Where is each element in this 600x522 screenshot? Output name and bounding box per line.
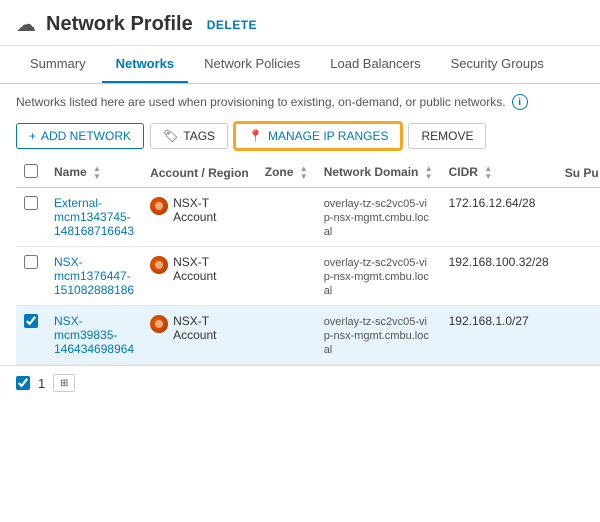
tags-button[interactable]: 🏷 TAGS bbox=[150, 123, 228, 149]
tab-load-balancers[interactable]: Load Balancers bbox=[316, 46, 434, 83]
account-name: NSX-T Account bbox=[173, 314, 249, 342]
table-footer: 1 ⊞ bbox=[0, 365, 600, 400]
table-row: NSX-mcm39835-146434698964 NSX-T Account … bbox=[16, 306, 600, 365]
row-su-pu bbox=[557, 247, 600, 306]
delete-button[interactable]: DELETE bbox=[207, 18, 257, 32]
manage-ip-ranges-button[interactable]: 📍 MANAGE IP RANGES bbox=[234, 122, 402, 150]
tab-networks[interactable]: Networks bbox=[102, 46, 189, 83]
selected-count: 1 bbox=[38, 376, 45, 391]
cidr-sort-icon[interactable]: ▲▼ bbox=[484, 165, 492, 181]
info-bar: Networks listed here are used when provi… bbox=[0, 84, 600, 116]
add-network-button[interactable]: + ADD NETWORK bbox=[16, 123, 144, 149]
row-account: NSX-T Account bbox=[142, 188, 257, 247]
table-row: External-mcm1343745-148168716643 NSX-T A… bbox=[16, 188, 600, 247]
row-account: NSX-T Account bbox=[142, 306, 257, 365]
add-icon: + bbox=[29, 129, 36, 143]
row-cidr: 192.168.1.0/27 bbox=[441, 306, 557, 365]
row-su-pu bbox=[557, 188, 600, 247]
add-network-label: ADD NETWORK bbox=[41, 129, 131, 143]
page-title: Network Profile bbox=[46, 13, 193, 36]
select-all-checkbox[interactable] bbox=[24, 164, 38, 178]
account-name: NSX-T Account bbox=[173, 255, 249, 283]
network-name-link[interactable]: External-mcm1343745-148168716643 bbox=[54, 196, 134, 238]
tab-summary[interactable]: Summary bbox=[16, 46, 100, 83]
row-cidr: 192.168.100.32/28 bbox=[441, 247, 557, 306]
footer-column-settings-button[interactable]: ⊞ bbox=[53, 374, 75, 392]
zone-sort-icon[interactable]: ▲▼ bbox=[300, 165, 308, 181]
col-cidr: CIDR ▲▼ bbox=[441, 158, 557, 188]
tab-security-groups[interactable]: Security Groups bbox=[437, 46, 558, 83]
nsx-t-icon bbox=[150, 197, 168, 215]
page-header: ☁ Network Profile DELETE bbox=[0, 0, 600, 46]
info-text: Networks listed here are used when provi… bbox=[16, 95, 506, 109]
select-all-header[interactable] bbox=[16, 158, 46, 188]
name-sort-icon[interactable]: ▲▼ bbox=[93, 165, 101, 181]
row-checkbox[interactable] bbox=[24, 255, 38, 269]
column-settings-icon: ⊞ bbox=[60, 378, 68, 389]
row-checkbox[interactable] bbox=[24, 314, 38, 328]
row-su-pu bbox=[557, 306, 600, 365]
col-name: Name ▲▼ bbox=[46, 158, 142, 188]
network-name-link[interactable]: NSX-mcm1376447-151082888186 bbox=[54, 255, 134, 297]
row-cidr: 172.16.12.64/28 bbox=[441, 188, 557, 247]
row-checkbox-cell[interactable] bbox=[16, 188, 46, 247]
remove-button[interactable]: REMOVE bbox=[408, 123, 486, 149]
network-domain-value: overlay-tz-sc2vc05-vip-nsx-mgmt.cmbu.loc… bbox=[324, 198, 429, 238]
row-name: NSX-mcm1376447-151082888186 bbox=[46, 247, 142, 306]
footer-checkbox[interactable] bbox=[16, 376, 30, 390]
row-name: External-mcm1343745-148168716643 bbox=[46, 188, 142, 247]
location-icon: 📍 bbox=[248, 129, 263, 143]
table-header-row: Name ▲▼ Account / Region Zone ▲▼ Network… bbox=[16, 158, 600, 188]
cidr-value: 192.168.100.32/28 bbox=[449, 255, 549, 269]
nsx-t-icon bbox=[150, 256, 168, 274]
nsx-t-icon bbox=[150, 315, 168, 333]
network-domain-sort-icon[interactable]: ▲▼ bbox=[425, 165, 433, 181]
row-zone bbox=[257, 188, 316, 247]
table-row: NSX-mcm1376447-151082888186 NSX-T Accoun… bbox=[16, 247, 600, 306]
account-name: NSX-T Account bbox=[173, 196, 249, 224]
row-network-domain: overlay-tz-sc2vc05-vip-nsx-mgmt.cmbu.loc… bbox=[316, 188, 441, 247]
col-network-domain: Network Domain ▲▼ bbox=[316, 158, 441, 188]
row-checkbox-cell[interactable] bbox=[16, 306, 46, 365]
info-icon[interactable]: i bbox=[512, 94, 528, 110]
row-checkbox[interactable] bbox=[24, 196, 38, 210]
network-domain-value: overlay-tz-sc2vc05-vip-nsx-mgmt.cmbu.loc… bbox=[324, 316, 429, 356]
col-su-pu: Su Pu bbox=[557, 158, 600, 188]
row-network-domain: overlay-tz-sc2vc05-vip-nsx-mgmt.cmbu.loc… bbox=[316, 247, 441, 306]
cidr-value: 172.16.12.64/28 bbox=[449, 196, 536, 210]
cidr-value: 192.168.1.0/27 bbox=[449, 314, 529, 328]
tabs-bar: Summary Networks Network Policies Load B… bbox=[0, 46, 600, 84]
row-zone bbox=[257, 247, 316, 306]
col-zone: Zone ▲▼ bbox=[257, 158, 316, 188]
col-account-region: Account / Region bbox=[142, 158, 257, 188]
row-network-domain: overlay-tz-sc2vc05-vip-nsx-mgmt.cmbu.loc… bbox=[316, 306, 441, 365]
network-name-link[interactable]: NSX-mcm39835-146434698964 bbox=[54, 314, 134, 356]
remove-label: REMOVE bbox=[421, 129, 473, 143]
row-checkbox-cell[interactable] bbox=[16, 247, 46, 306]
row-name: NSX-mcm39835-146434698964 bbox=[46, 306, 142, 365]
tab-network-policies[interactable]: Network Policies bbox=[190, 46, 314, 83]
networks-table-wrap: Name ▲▼ Account / Region Zone ▲▼ Network… bbox=[0, 158, 600, 365]
toolbar: + ADD NETWORK 🏷 TAGS 📍 MANAGE IP RANGES … bbox=[0, 116, 600, 158]
manage-label: MANAGE IP RANGES bbox=[268, 129, 388, 143]
row-zone bbox=[257, 306, 316, 365]
tag-icon: 🏷 bbox=[163, 129, 178, 143]
cloud-icon: ☁ bbox=[16, 12, 36, 37]
network-domain-value: overlay-tz-sc2vc05-vip-nsx-mgmt.cmbu.loc… bbox=[324, 257, 429, 297]
tags-label: TAGS bbox=[183, 129, 215, 143]
row-account: NSX-T Account bbox=[142, 247, 257, 306]
networks-table: Name ▲▼ Account / Region Zone ▲▼ Network… bbox=[16, 158, 600, 365]
